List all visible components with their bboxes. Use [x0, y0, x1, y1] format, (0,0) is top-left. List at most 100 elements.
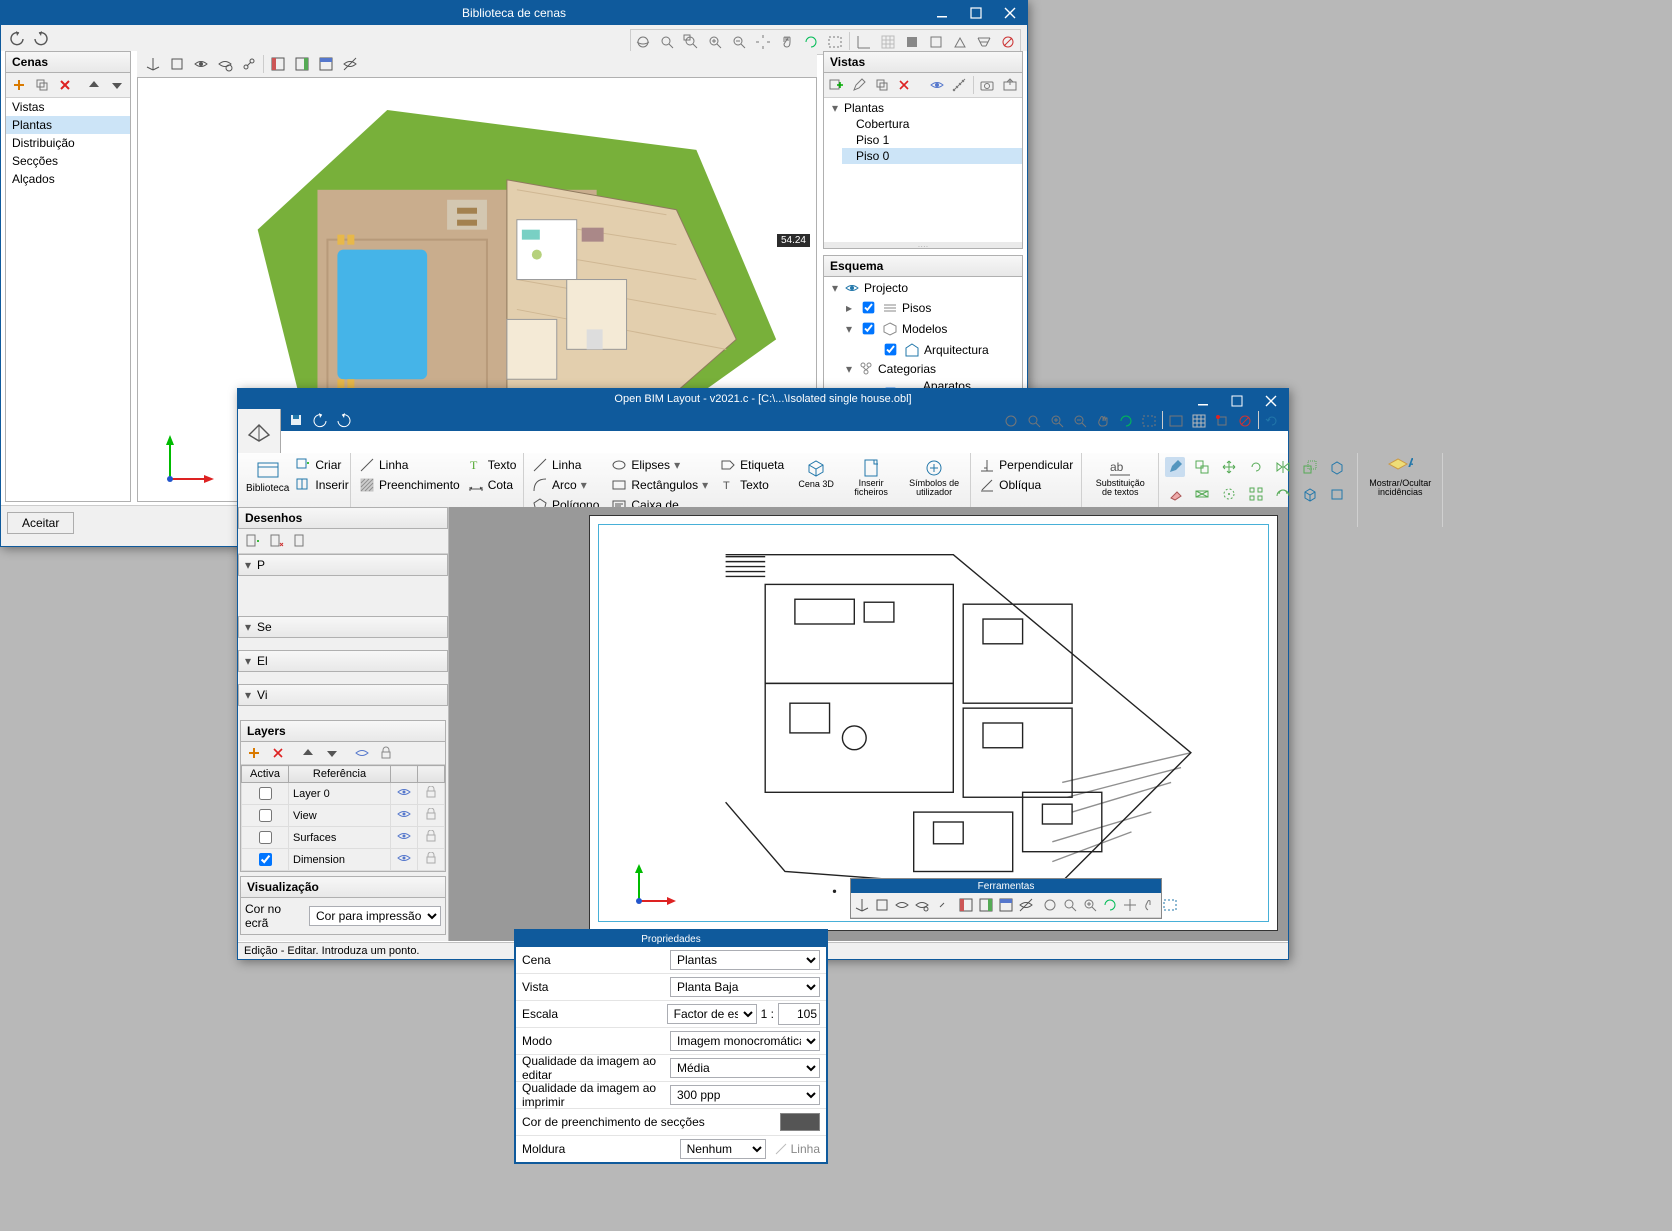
delete-view-button[interactable]	[895, 75, 914, 95]
cenas-item[interactable]: Secções	[6, 152, 130, 170]
zoom-out-icon[interactable]	[729, 32, 749, 52]
acc-el[interactable]: ▾El	[238, 650, 448, 672]
window2-title-bar[interactable]: Open BIM Layout - v2021.c - [C:\...\Isol…	[238, 389, 1288, 409]
inserir-ficheiros-button[interactable]: Inserir ficheiros	[846, 455, 896, 515]
cenas-item[interactable]: Alçados	[6, 170, 130, 188]
lock-icon[interactable]	[425, 830, 437, 842]
prop-qi-select[interactable]: 300 ppp	[670, 1085, 820, 1105]
ft-rotate-icon[interactable]	[1102, 895, 1118, 915]
layer-vis-button[interactable]	[352, 743, 372, 763]
eye-icon[interactable]	[191, 54, 211, 74]
new-view-button[interactable]	[827, 75, 846, 95]
nav-hand-icon[interactable]	[1093, 411, 1113, 431]
add-layer-button[interactable]	[244, 743, 264, 763]
close-button[interactable]	[993, 1, 1027, 25]
select-window-icon[interactable]	[825, 32, 845, 52]
pan-icon[interactable]	[753, 32, 773, 52]
texto-draw-button[interactable]: TTexto	[718, 475, 786, 495]
ft-p3-icon[interactable]	[998, 895, 1014, 915]
layer-row[interactable]: View	[242, 805, 445, 827]
ft-pan-icon[interactable]	[1122, 895, 1138, 915]
layer-row[interactable]: Dimension	[242, 849, 445, 871]
lock-icon[interactable]	[425, 786, 437, 798]
pisos-checkbox[interactable]	[863, 302, 875, 314]
zoom-window-icon[interactable]	[681, 32, 701, 52]
nav-snap-icon[interactable]	[1212, 411, 1232, 431]
link-icon[interactable]	[239, 54, 259, 74]
layer-active-checkbox[interactable]	[259, 787, 272, 800]
rectangulos-button[interactable]: Rectângulos▾	[609, 475, 710, 495]
shaded-icon[interactable]	[902, 32, 922, 52]
edit-tool-rotate[interactable]	[1246, 457, 1266, 477]
edit-tool-align[interactable]	[1219, 484, 1239, 504]
eye-icon[interactable]	[397, 852, 411, 864]
arquitectura-checkbox[interactable]	[885, 344, 897, 356]
biblioteca-button[interactable]: Biblioteca	[244, 455, 291, 496]
ft-link-icon[interactable]	[934, 895, 950, 915]
propriedades-dialog[interactable]: Propriedades Cena Plantas Vista Planta B…	[514, 929, 828, 1164]
lock-icon[interactable]	[425, 852, 437, 864]
zoom-extents-icon[interactable]	[657, 32, 677, 52]
edit-tool-cube2[interactable]	[1327, 484, 1347, 504]
box-icon[interactable]	[167, 54, 187, 74]
ft-box-icon[interactable]	[874, 895, 890, 915]
add-scene-button[interactable]	[9, 75, 28, 95]
ft-hand-icon[interactable]	[1142, 895, 1158, 915]
duplicate-scene-button[interactable]	[32, 75, 51, 95]
edit-tool-cube[interactable]	[1300, 484, 1320, 504]
edit-tool-move[interactable]	[1219, 457, 1239, 477]
eye-icon[interactable]	[397, 786, 411, 798]
nav-refresh-icon[interactable]	[1262, 411, 1282, 431]
hand-icon[interactable]	[777, 32, 797, 52]
layer-up-button[interactable]	[298, 743, 318, 763]
vista-item[interactable]: Piso 0	[842, 148, 1022, 164]
prop-modo-select[interactable]: Imagem monocromática	[670, 1031, 820, 1051]
nav-rect-icon[interactable]	[1166, 411, 1186, 431]
layers-table[interactable]: Activa Referência Layer 0ViewSurfacesDim…	[241, 765, 445, 871]
ft-eye2-icon[interactable]	[914, 895, 930, 915]
eye-view-button[interactable]	[927, 75, 946, 95]
acc-p[interactable]: ▾P	[238, 554, 448, 576]
edit-tool-mirror[interactable]	[1273, 457, 1293, 477]
orbit-icon[interactable]	[633, 32, 653, 52]
edit-tool-trim[interactable]	[1192, 484, 1212, 504]
edit-tool-pencil[interactable]	[1165, 457, 1185, 477]
layer-row[interactable]: Surfaces	[242, 827, 445, 849]
export-view-button[interactable]	[1000, 75, 1019, 95]
app-button[interactable]	[245, 417, 273, 445]
perpendicular-button[interactable]: Perpendicular	[977, 455, 1075, 475]
ft-p2-icon[interactable]	[978, 895, 994, 915]
ferramentas-toolbar[interactable]: Ferramentas	[850, 878, 1162, 919]
eye-settings-icon[interactable]	[215, 54, 235, 74]
ft-p1-icon[interactable]	[958, 895, 974, 915]
no-view-icon[interactable]	[998, 32, 1018, 52]
lock-icon[interactable]	[425, 808, 437, 820]
maximize-button[interactable]	[1220, 389, 1254, 413]
edit-sheet-button[interactable]	[290, 531, 310, 551]
edit-tool-box[interactable]	[1327, 457, 1347, 477]
ft-xyz-icon[interactable]	[854, 895, 870, 915]
display-color-select[interactable]: Cor para impressão	[309, 906, 441, 926]
undo-button[interactable]	[7, 28, 27, 48]
paper-workspace[interactable]	[449, 507, 1288, 941]
layer-active-checkbox[interactable]	[259, 809, 272, 822]
prop-qe-select[interactable]: Média	[670, 1058, 820, 1078]
accept-button[interactable]: Aceitar	[7, 512, 74, 534]
move-up-button[interactable]	[85, 75, 104, 95]
nav-icon-3[interactable]	[1047, 411, 1067, 431]
zoom-in-icon[interactable]	[705, 32, 725, 52]
redo-button[interactable]	[31, 28, 51, 48]
cenas-item[interactable]: Vistas	[6, 98, 130, 116]
edit-tool-array[interactable]	[1246, 484, 1266, 504]
linha-draw-button[interactable]: Linha	[530, 455, 601, 475]
nav-icon-1[interactable]	[1001, 411, 1021, 431]
measure-icon[interactable]	[950, 75, 969, 95]
panel2-icon[interactable]	[292, 54, 312, 74]
panel3-icon[interactable]	[316, 54, 336, 74]
window1-title-bar[interactable]: Biblioteca de cenas	[1, 1, 1027, 25]
redo-button[interactable]	[335, 411, 353, 429]
layer-active-checkbox[interactable]	[259, 831, 272, 844]
nav-rotate-icon[interactable]	[1116, 411, 1136, 431]
nav-grid-icon[interactable]	[1189, 411, 1209, 431]
edit-tool-eraser[interactable]	[1165, 484, 1185, 504]
